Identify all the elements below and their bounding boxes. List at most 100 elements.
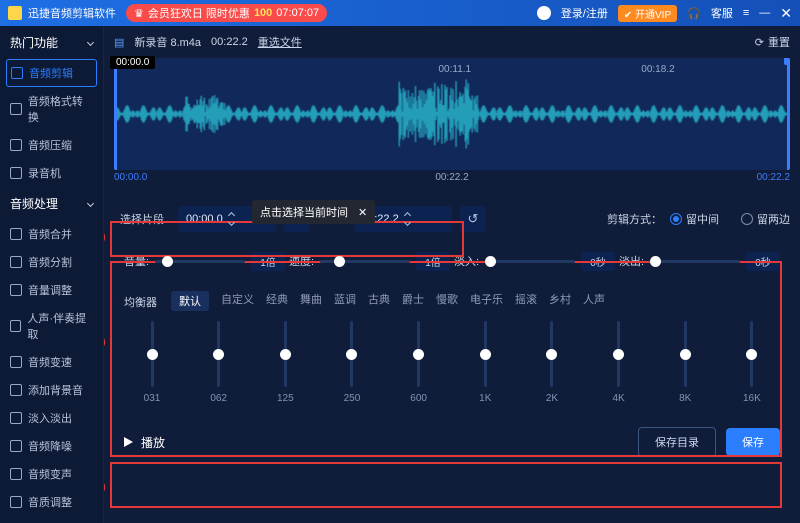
sidebar-item-label: 淡入淡出	[28, 410, 72, 426]
promo-banner[interactable]: ♛ 会员狂欢日 限时优惠 100 07:07:07	[126, 4, 327, 22]
annotation-box-2	[110, 261, 782, 457]
sidebar-group-process-label: 音频处理	[10, 195, 58, 212]
tooltip-text: 点击选择当前时间	[260, 204, 348, 220]
tool-icon	[10, 412, 22, 424]
sidebar-item-8[interactable]: 音频变声	[0, 460, 103, 488]
sidebar-item-recorder[interactable]: 录音机	[0, 159, 103, 187]
fadein-slider[interactable]	[485, 260, 575, 263]
sidebar-item-label: 人声·伴奏提取	[27, 310, 93, 342]
eq-band-slider[interactable]	[151, 321, 154, 387]
app-logo-icon	[8, 6, 22, 20]
service-link[interactable]: 客服	[711, 5, 733, 21]
sidebar-item-5[interactable]: 添加背景音	[0, 376, 103, 404]
tool-icon	[10, 440, 22, 452]
promo-timer: 07:07:07	[276, 7, 319, 19]
sidebar-item-6[interactable]: 淡入淡出	[0, 404, 103, 432]
annotation-3: 3)	[104, 481, 106, 493]
promo-icon: ♛	[134, 7, 144, 20]
refresh-icon: ⟳	[755, 36, 764, 49]
login-link[interactable]: 登录/注册	[561, 5, 608, 21]
annotation-2: 2)	[104, 336, 106, 348]
tool-icon	[10, 468, 22, 480]
sidebar-item-1[interactable]: 音频分割	[0, 248, 103, 276]
annotation-box-1	[110, 221, 464, 257]
promo-text: 会员狂欢日 限时优惠	[148, 5, 250, 21]
sidebar-item-label: 音频变速	[28, 354, 72, 370]
radio-keep-sides[interactable]: 留两边	[741, 211, 790, 227]
file-icon: ▤	[114, 36, 124, 49]
recorder-icon	[10, 167, 22, 179]
speed-slider[interactable]	[320, 260, 410, 263]
timeline-tick: 00:11.1	[438, 64, 471, 75]
eq-band-slider[interactable]	[617, 321, 620, 387]
reset-button[interactable]: ⟳ 重置	[755, 34, 790, 50]
tool-icon	[10, 356, 22, 368]
eq-band-slider[interactable]	[417, 321, 420, 387]
close-button[interactable]: ✕	[780, 5, 792, 22]
sidebar-group-hot[interactable]: 热门功能	[0, 26, 103, 59]
compress-icon	[10, 139, 22, 151]
sidebar-item-label: 音频分割	[28, 254, 72, 270]
sidebar-item-label: 录音机	[28, 165, 61, 181]
radio-label: 留中间	[686, 211, 719, 227]
sidebar-item-label: 音频变声	[28, 466, 72, 482]
tool-icon	[10, 228, 22, 240]
sidebar-group-process[interactable]: 音频处理	[0, 187, 103, 220]
sidebar-item-4[interactable]: 音频变速	[0, 348, 103, 376]
sidebar-item-audio-clip[interactable]: 音频剪辑	[6, 59, 97, 87]
tool-icon	[10, 256, 22, 268]
trim-handle-left[interactable]	[114, 58, 117, 170]
clip-icon	[11, 67, 23, 79]
convert-icon	[10, 103, 22, 115]
timeline-tick: 00:18.2	[641, 64, 674, 75]
eq-band-slider[interactable]	[550, 321, 553, 387]
volume-slider[interactable]	[155, 260, 245, 263]
eq-band-slider[interactable]	[684, 321, 687, 387]
sidebar-item-0[interactable]: 音频合并	[0, 220, 103, 248]
annotation-1: 1)	[104, 231, 106, 243]
sidebar-item-10[interactable]: 音频倒放	[0, 516, 103, 523]
headset-icon: 🎧	[687, 7, 701, 20]
file-duration: 00:22.2	[211, 36, 248, 48]
tooltip-close-icon[interactable]: ✕	[358, 206, 367, 219]
file-name: 新录音 8.m4a	[134, 34, 201, 50]
sidebar-group-hot-label: 热门功能	[10, 34, 58, 51]
sidebar: 热门功能 音频剪辑 音频格式转换 音频压缩 录音机 音频处理 音频合并音频分割音…	[0, 26, 104, 523]
tool-icon	[10, 320, 21, 332]
titlebar: 迅捷音频剪辑软件 ♛ 会员狂欢日 限时优惠 100 07:07:07 登录/注册…	[0, 0, 800, 26]
sidebar-item-label: 音频降噪	[28, 438, 72, 454]
radio-label: 留两边	[757, 211, 790, 227]
tool-icon	[10, 496, 22, 508]
wave-center: 00:22.2	[435, 172, 468, 183]
eq-band-slider[interactable]	[750, 321, 753, 387]
radio-keep-middle[interactable]: 留中间	[670, 211, 719, 227]
sidebar-item-2[interactable]: 音量调整	[0, 276, 103, 304]
spinner-icon[interactable]	[229, 213, 234, 225]
sidebar-item-label: 添加背景音	[28, 382, 83, 398]
reselect-file-link[interactable]: 重选文件	[258, 34, 302, 50]
fadeout-slider[interactable]	[650, 260, 740, 263]
trim-handle-right[interactable]	[787, 58, 790, 170]
spinner-icon[interactable]	[405, 213, 410, 225]
eq-band-slider[interactable]	[484, 321, 487, 387]
tool-icon	[10, 284, 22, 296]
sidebar-item-label: 音质调整	[28, 494, 72, 510]
sidebar-item-9[interactable]: 音质调整	[0, 488, 103, 516]
clip-mode-label: 剪辑方式：	[607, 211, 662, 227]
chevron-down-icon	[87, 200, 94, 207]
minimize-button[interactable]: —	[759, 7, 770, 19]
sidebar-item-3[interactable]: 人声·伴奏提取	[0, 304, 103, 348]
waveform-canvas[interactable]: 00:11.1 00:18.2	[114, 58, 790, 170]
app-name: 迅捷音频剪辑软件	[28, 5, 116, 21]
sidebar-item-format-convert[interactable]: 音频格式转换	[0, 87, 103, 131]
avatar-icon	[537, 6, 551, 20]
sidebar-item-7[interactable]: 音频降噪	[0, 432, 103, 460]
sidebar-item-label: 音频压缩	[28, 137, 72, 153]
eq-band-slider[interactable]	[217, 321, 220, 387]
eq-band-slider[interactable]	[284, 321, 287, 387]
sidebar-item-label: 音频格式转换	[28, 93, 93, 125]
sidebar-item-compress[interactable]: 音频压缩	[0, 131, 103, 159]
vip-button[interactable]: ✔ 开通VIP	[618, 5, 677, 22]
promo-number: 100	[254, 7, 272, 19]
menu-icon[interactable]: ≡	[743, 7, 749, 19]
